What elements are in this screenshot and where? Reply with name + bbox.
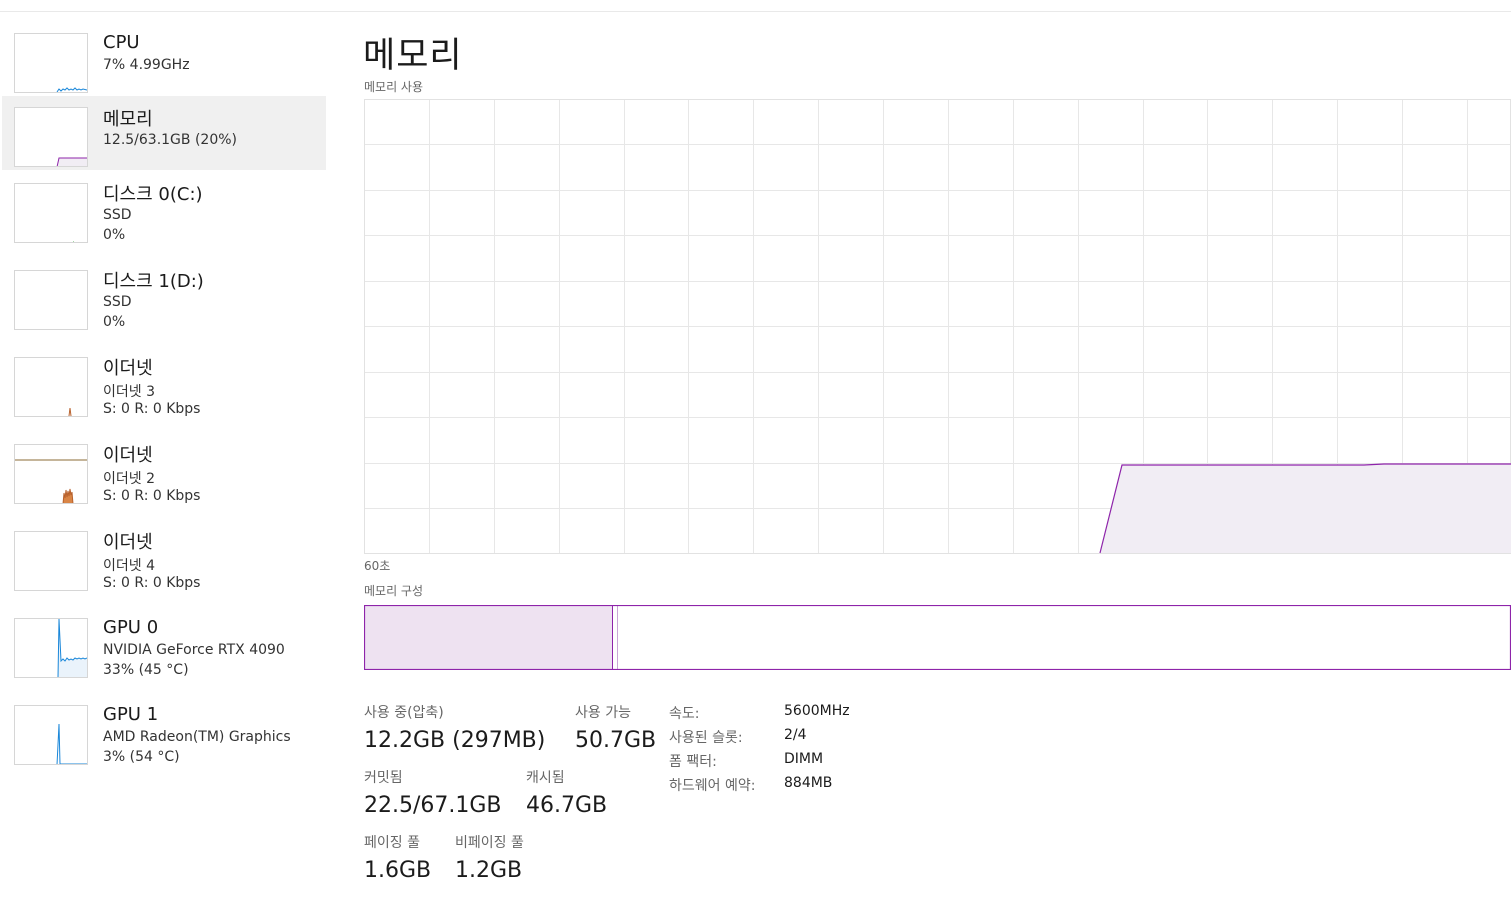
- sidebar-item-title: 이더넷: [103, 532, 153, 553]
- sidebar-item-detail: 이더넷 2: [103, 471, 155, 487]
- sidebar-item-throughput: S: 0 R: 0 Kbps: [103, 575, 201, 591]
- form-factor-label: 폼 팩터:: [669, 754, 717, 770]
- sidebar-item-disk-c[interactable]: 디스크 0(C:) SSD 0%: [2, 175, 326, 249]
- page-title: 메모리: [363, 36, 463, 76]
- committed-value: 22.5/67.1GB: [364, 793, 502, 818]
- cpu-thumbnail-graph: [14, 33, 88, 93]
- slots-used-value: 2/4: [784, 727, 807, 743]
- sidebar-item-usage: 33% (45 °C): [103, 662, 189, 678]
- sidebar-item-throughput: S: 0 R: 0 Kbps: [103, 488, 201, 504]
- time-span-label: 60초: [364, 559, 391, 573]
- memory-composition-label: 메모리 구성: [364, 584, 424, 598]
- sidebar-item-title: GPU 0: [103, 617, 159, 638]
- available-label: 사용 가능: [575, 705, 631, 721]
- sidebar-item-title: CPU: [103, 32, 140, 53]
- sidebar-item-ethernet-3[interactable]: 이더넷 이더넷 3 S: 0 R: 0 Kbps: [2, 349, 326, 423]
- paged-pool-label: 페이징 풀: [364, 835, 420, 851]
- speed-value: 5600MHz: [784, 703, 850, 719]
- sidebar-item-disk-d[interactable]: 디스크 1(D:) SSD 0%: [2, 262, 326, 336]
- sidebar-item-title: 이더넷: [103, 445, 153, 466]
- in-use-label: 사용 중(압축): [364, 705, 444, 721]
- ethernet-3-thumbnail-graph: [14, 357, 88, 417]
- sidebar-item-usage: 0%: [103, 314, 126, 330]
- sidebar-item-ethernet-4[interactable]: 이더넷 이더넷 4 S: 0 R: 0 Kbps: [2, 523, 326, 597]
- available-value: 50.7GB: [575, 728, 657, 753]
- sidebar-item-title: 디스크 0(C:): [103, 184, 203, 205]
- sidebar-item-detail: SSD: [103, 294, 132, 310]
- sidebar-item-detail: SSD: [103, 207, 132, 223]
- sidebar-item-gpu-1[interactable]: GPU 1 AMD Radeon(TM) Graphics 3% (54 °C): [2, 697, 326, 771]
- form-factor-value: DIMM: [784, 751, 824, 767]
- speed-label: 속도:: [669, 706, 700, 722]
- sidebar-item-usage: 0%: [103, 227, 126, 243]
- sidebar-item-gpu-0[interactable]: GPU 0 NVIDIA GeForce RTX 4090 33% (45 °C…: [2, 610, 326, 684]
- sidebar-item-title: 메모리: [103, 109, 153, 130]
- sidebar-item-title: 디스크 1(D:): [103, 271, 204, 292]
- cached-value: 46.7GB: [526, 793, 608, 818]
- slots-used-label: 사용된 슬롯:: [669, 730, 743, 746]
- gpu-0-thumbnail-graph: [14, 618, 88, 678]
- nonpaged-pool-value: 1.2GB: [455, 858, 523, 883]
- top-divider: [0, 11, 1511, 12]
- memory-thumbnail-graph: [14, 107, 88, 167]
- memory-usage-label: 메모리 사용: [364, 80, 424, 94]
- composition-in-use-segment: [365, 606, 612, 669]
- disk-c-thumbnail-graph: [14, 183, 88, 243]
- memory-usage-graph: [364, 99, 1511, 554]
- nonpaged-pool-label: 비페이징 풀: [455, 835, 524, 851]
- sidebar-item-detail: NVIDIA GeForce RTX 4090: [103, 642, 285, 658]
- sidebar-item-detail: 이더넷 3: [103, 384, 155, 400]
- cached-label: 캐시됨: [526, 770, 565, 786]
- sidebar-item-throughput: S: 0 R: 0 Kbps: [103, 401, 201, 417]
- sidebar-item-cpu[interactable]: CPU 7% 4.99GHz: [2, 20, 326, 94]
- disk-d-thumbnail-graph: [14, 270, 88, 330]
- memory-composition-bar: [364, 605, 1511, 670]
- paged-pool-value: 1.6GB: [364, 858, 432, 883]
- sidebar-item-detail: 이더넷 4: [103, 558, 155, 574]
- sidebar-item-ethernet-2[interactable]: 이더넷 이더넷 2 S: 0 R: 0 Kbps: [2, 436, 326, 510]
- sidebar-item-title: GPU 1: [103, 704, 159, 725]
- committed-label: 커밋됨: [364, 770, 403, 786]
- memory-usage-area: [1100, 464, 1511, 553]
- ethernet-2-thumbnail-graph: [14, 444, 88, 504]
- hardware-reserved-label: 하드웨어 예약:: [669, 778, 756, 794]
- sidebar-item-detail: 7% 4.99GHz: [103, 57, 190, 73]
- hardware-reserved-value: 884MB: [784, 775, 833, 791]
- sidebar-item-memory[interactable]: 메모리 12.5/63.1GB (20%): [2, 96, 326, 170]
- sidebar-item-title: 이더넷: [103, 358, 153, 379]
- sidebar-item-detail: AMD Radeon(TM) Graphics: [103, 729, 291, 745]
- ethernet-4-thumbnail-graph: [14, 531, 88, 591]
- sidebar-item-usage: 3% (54 °C): [103, 749, 180, 765]
- in-use-value: 12.2GB (297MB): [364, 728, 546, 753]
- gpu-1-thumbnail-graph: [14, 705, 88, 765]
- sidebar-item-detail: 12.5/63.1GB (20%): [103, 132, 238, 148]
